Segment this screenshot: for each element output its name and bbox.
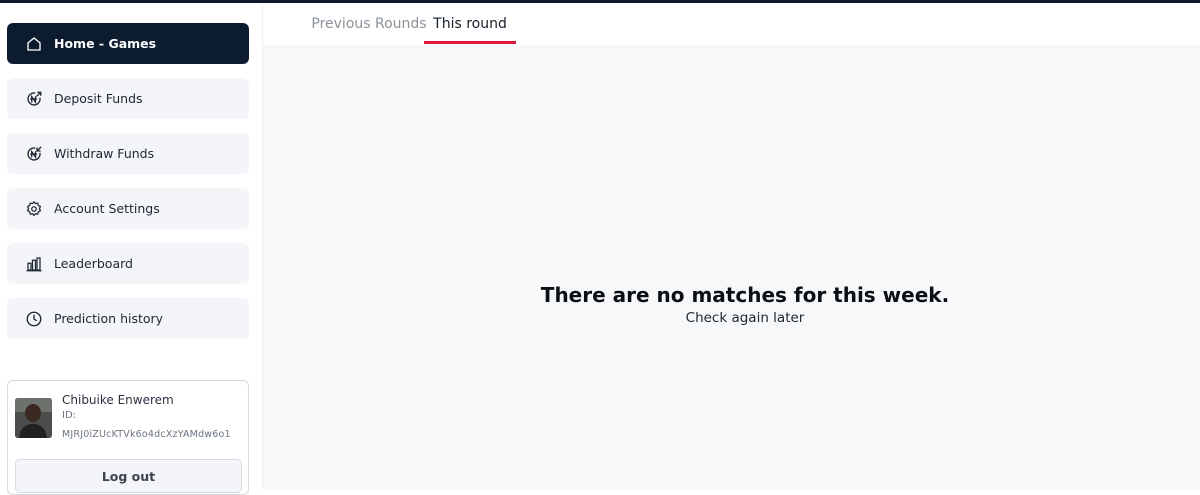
home-icon — [25, 35, 43, 53]
empty-state-title: There are no matches for this week. — [540, 283, 950, 307]
profile-id-label: ID: — [62, 410, 77, 421]
gear-icon — [25, 200, 43, 218]
tab-previous-rounds[interactable]: Previous Rounds — [292, 3, 446, 45]
active-tab-indicator — [424, 41, 516, 44]
main-content: There are no matches for this week. Chec… — [263, 45, 1200, 489]
sidebar-item-home-games[interactable]: Home - Games — [7, 23, 249, 64]
sidebar-item-label: Deposit Funds — [54, 91, 143, 106]
sidebar-item-label: Withdraw Funds — [54, 146, 155, 161]
avatar — [15, 398, 52, 438]
sidebar-item-withdraw-funds[interactable]: Withdraw Funds — [7, 133, 249, 174]
profile-name: Chibuike Enwerem — [62, 393, 174, 407]
tab-label: This round — [433, 16, 507, 32]
profile-card: Chibuike Enwerem ID: MJRJ0iZUcKTVk6o4dcX… — [7, 380, 249, 495]
empty-state-subtitle: Check again later — [685, 310, 805, 326]
tab-this-round[interactable]: This round — [424, 3, 516, 45]
sidebar-item-label: Home - Games — [54, 36, 157, 51]
bar-chart-icon — [25, 255, 43, 273]
logout-button[interactable]: Log out — [15, 459, 242, 493]
sidebar-item-leaderboard[interactable]: Leaderboard — [7, 243, 249, 284]
profile-id-value: MJRJ0iZUcKTVk6o4dcXzYAMdw6o1 — [62, 429, 231, 440]
round-tabs: Previous Rounds This round — [263, 3, 1200, 45]
naira-deposit-icon — [25, 90, 43, 108]
sidebar-item-label: Account Settings — [54, 201, 160, 216]
sidebar-item-prediction-history[interactable]: Prediction history — [7, 298, 249, 339]
naira-withdraw-icon — [25, 145, 43, 163]
sidebar-item-label: Prediction history — [54, 311, 164, 326]
sidebar-item-label: Leaderboard — [54, 256, 133, 271]
tab-label: Previous Rounds — [311, 16, 427, 32]
sidebar-item-deposit-funds[interactable]: Deposit Funds — [7, 78, 249, 119]
sidebar: Home - Games Deposit Funds Withdraw Fund… — [0, 3, 262, 495]
clock-icon — [25, 310, 43, 328]
sidebar-item-account-settings[interactable]: Account Settings — [7, 188, 249, 229]
